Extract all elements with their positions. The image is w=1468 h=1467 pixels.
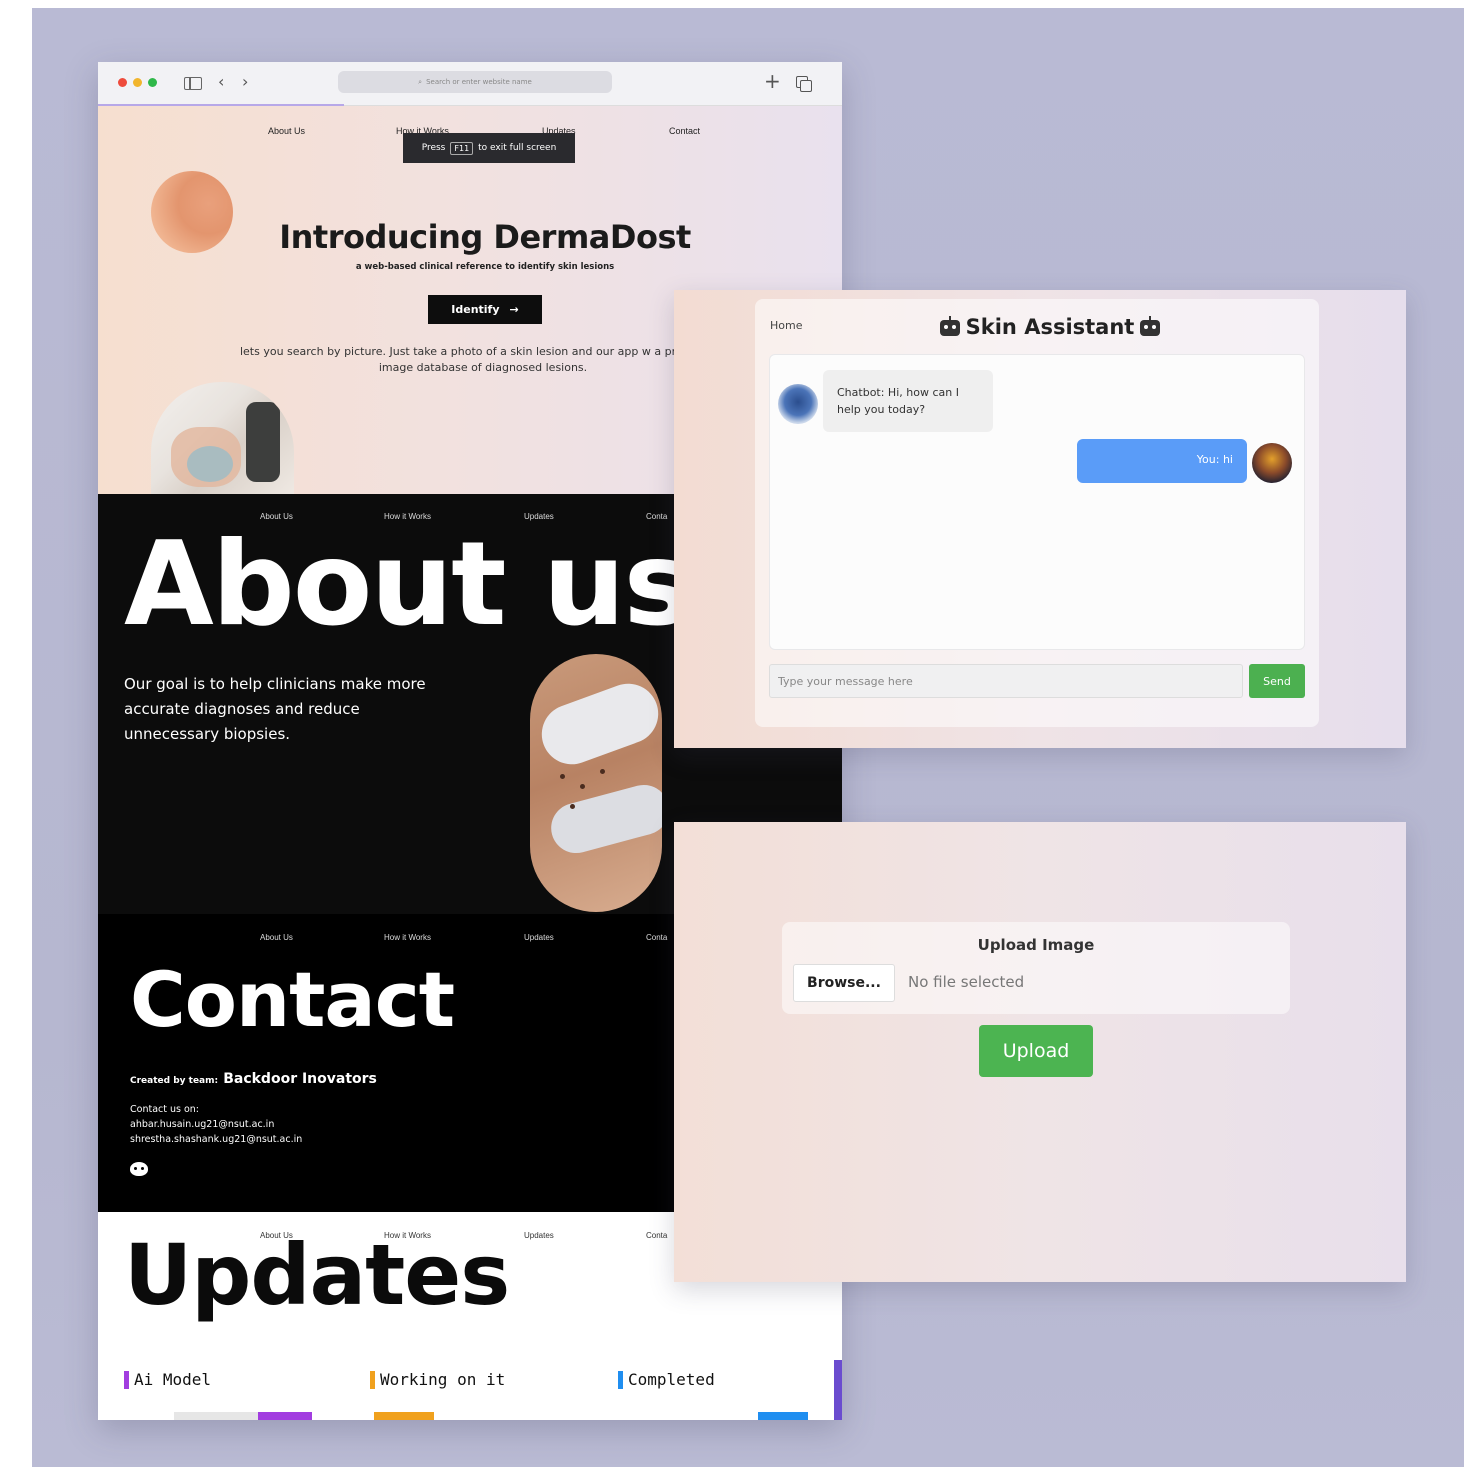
nav-updates[interactable]: Updates [524,1231,554,1240]
updates-section: About Us How it Works Updates Conta Upda… [98,1212,842,1420]
search-icon: ⌕ [418,77,423,86]
upload-title: Upload Image [977,936,1095,954]
upload-button[interactable]: Upload [979,1025,1093,1077]
card-edge [374,1412,434,1420]
category-working: Working on it [370,1370,505,1389]
address-bar[interactable]: ⌕ Search or enter website name [338,71,612,93]
send-button[interactable]: Send [1249,664,1305,698]
card-edge [258,1412,312,1420]
card-edge [758,1412,808,1420]
nav-about-us[interactable]: About Us [268,126,305,136]
robot-icon [939,316,960,336]
arrow-right-icon: → [509,303,519,316]
about-title: About us [124,517,693,652]
nav-about-us[interactable]: About Us [260,1231,293,1240]
bot-message: Chatbot: Hi, how can I help you today? [823,370,993,432]
chat-card: Home Skin Assistant Chatbot: Hi, how can… [755,299,1319,727]
browse-button[interactable]: Browse... [793,964,895,1002]
nav-contact[interactable]: Conta [646,1231,667,1240]
robot-icon [1140,316,1161,336]
about-text: Our goal is to help clinicians make more… [124,675,426,743]
address-placeholder: Search or enter website name [426,78,532,86]
email-link[interactable]: ahbar.husain.ug21@nsut.ac.in [130,1117,302,1132]
skincare-product-image [151,382,294,494]
user-message: You: hi [1077,439,1247,483]
chat-messages[interactable]: Chatbot: Hi, how can I help you today? Y… [769,354,1305,650]
contact-label: Contact us on: [130,1104,200,1115]
nav-contact[interactable]: Contact [669,126,700,136]
card-edge [174,1412,258,1420]
chat-title: Skin Assistant [755,315,1345,339]
message-input[interactable] [769,664,1243,698]
browser-toolbar: ‹ › ⌕ Search or enter website name + [98,62,842,106]
new-tab-icon[interactable]: + [764,70,781,92]
hero-description: lets you search by picture. Just take a … [239,345,727,374]
contact-details: Contact us on: ahbar.husain.ug21@nsut.ac… [130,1102,302,1147]
identify-label: Identify [451,303,500,316]
toast-key: F11 [450,141,474,155]
nav-how-it-works[interactable]: How it Works [384,1231,431,1240]
team-credit: Created by team: Backdoor Inovators [130,1068,377,1087]
minimize-window-button[interactable] [133,78,142,87]
team-name: Backdoor Inovators [223,1071,377,1087]
close-window-button[interactable] [118,78,127,87]
sidebar-icon[interactable] [184,77,202,90]
hero-subtitle: a web-based clinical reference to identi… [355,262,615,272]
file-status: No file selected [908,973,1025,991]
nav-about-us[interactable]: About Us [260,933,293,942]
user-avatar [1252,443,1292,483]
email-link[interactable]: shrestha.shashank.ug21@nsut.ac.in [130,1132,302,1147]
forward-icon[interactable]: › [242,71,248,93]
category-completed: Completed [618,1370,715,1389]
updates-nav: About Us How it Works Updates Conta [98,1231,842,1247]
team-label: Created by team: [130,1076,219,1086]
upload-card: Upload Image Browse... No file selected [782,922,1290,1014]
github-icon[interactable] [130,1162,148,1176]
maximize-window-button[interactable] [148,78,157,87]
fullscreen-toast: Press F11 to exit full screen [403,133,575,163]
card-edge [834,1360,842,1420]
chat-title-text: Skin Assistant [965,315,1135,339]
contact-title: Contact [130,955,455,1044]
nav-contact[interactable]: Conta [646,933,667,942]
nav-how-it-works[interactable]: How it Works [384,933,431,942]
tabs-overview-icon[interactable] [796,76,812,92]
nav-updates[interactable]: Updates [524,933,554,942]
skin-exam-image [530,654,662,912]
bot-avatar [778,384,818,424]
toast-suffix-text: to exit full screen [478,143,557,153]
toast-press-text: Press [421,143,446,153]
identify-button[interactable]: Identify → [428,295,542,324]
category-ai-model: Ai Model [124,1370,211,1389]
back-icon[interactable]: ‹ [218,71,224,93]
upload-window: Upload Image Browse... No file selected … [674,822,1406,1282]
hero-title: Introducing DermaDost [279,218,691,256]
chat-window: Home Skin Assistant Chatbot: Hi, how can… [674,290,1406,748]
